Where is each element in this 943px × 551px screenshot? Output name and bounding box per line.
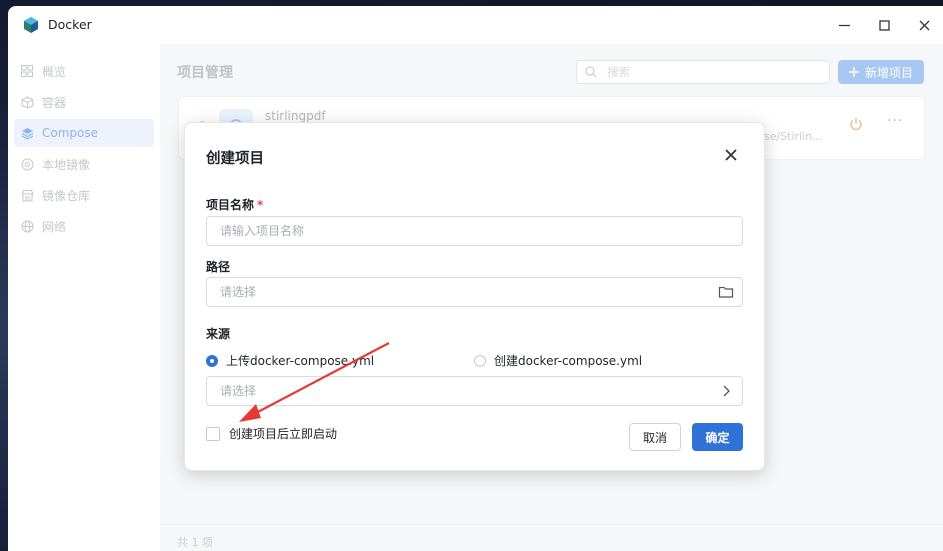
compose-file-selector[interactable] [206,376,743,406]
confirm-button[interactable]: 确定 [692,423,743,451]
close-icon[interactable] [723,147,739,163]
autostart-label: 创建项目后立即启动 [229,427,338,441]
autostart-checkbox[interactable] [206,426,220,441]
create-project-dialog: 创建项目 项目名称* 路径 来源 上传docker-compose.yml 创建… [184,122,765,471]
compose-file-input[interactable] [218,383,702,399]
chevron-right-icon [723,385,730,397]
project-name-field[interactable] [206,216,743,246]
cancel-button[interactable]: 取消 [629,423,681,451]
dialog-title: 创建项目 [206,151,264,167]
project-name-input[interactable] [218,223,702,239]
radio-upload-label: 上传docker-compose.yml [226,354,375,368]
path-label: 路径 [206,260,231,274]
radio-checked-icon [206,354,218,367]
required-mark: * [257,198,264,212]
autostart-checkbox-row[interactable]: 创建项目后立即启动 [206,425,337,442]
modal-overlay: 创建项目 项目名称* 路径 来源 上传docker-compose.yml 创建… [0,0,943,551]
path-field[interactable] [206,277,743,307]
path-input[interactable] [218,284,702,300]
folder-icon[interactable] [718,284,734,300]
radio-create-label: 创建docker-compose.yml [494,354,643,368]
radio-upload-compose[interactable]: 上传docker-compose.yml [206,352,374,369]
radio-create-compose[interactable]: 创建docker-compose.yml [474,352,642,369]
source-label: 来源 [206,327,231,341]
radio-unchecked-icon [474,354,486,367]
project-name-label-text: 项目名称 [206,198,255,212]
project-name-label: 项目名称 * [206,196,263,213]
